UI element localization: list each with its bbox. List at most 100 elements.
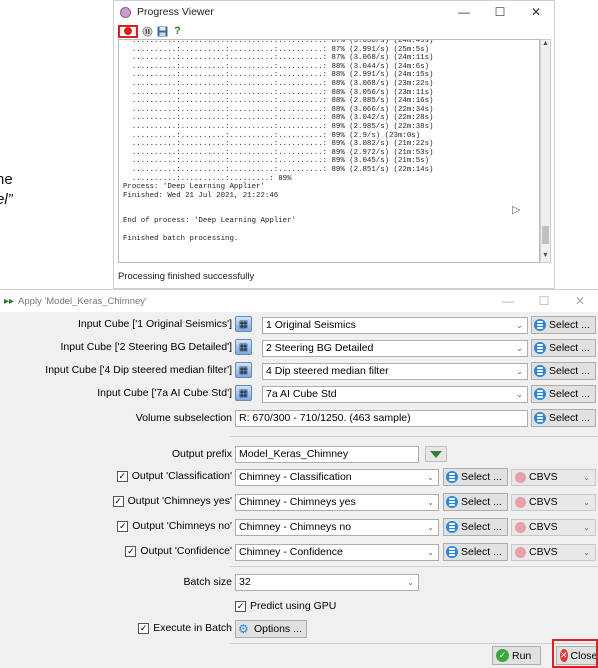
cbvs-icon xyxy=(515,497,526,508)
mouse-cursor-icon: ▷ xyxy=(512,204,521,216)
scroll-thumb[interactable] xyxy=(542,226,549,244)
volume-subselection-label: Volume subselection xyxy=(135,412,232,424)
cube-picker-icon[interactable]: ▦ xyxy=(235,362,252,378)
status-text: Processing finished successfully xyxy=(118,271,255,282)
help-button[interactable]: ? xyxy=(172,25,183,37)
predict-gpu-label: Predict using GPU xyxy=(250,600,337,612)
pause-icon xyxy=(142,26,153,36)
format-combo[interactable]: CBVS ⌄ xyxy=(511,494,596,511)
select-button-label: Select ... xyxy=(549,412,590,424)
format-value: CBVS xyxy=(529,496,558,508)
checkmark-icon: ✓ xyxy=(112,495,124,507)
input-cube-combo[interactable]: 7a AI Cube Std ⌄ xyxy=(262,386,528,403)
select-button[interactable]: Select ... xyxy=(531,316,596,334)
execute-batch-checkbox[interactable]: ✓ Execute in Batch xyxy=(138,622,232,634)
chevron-down-icon: ⌄ xyxy=(516,344,523,353)
select-button-label: Select ... xyxy=(549,319,590,331)
select-button-label: Select ... xyxy=(549,388,590,400)
progress-viewer-window-controls: — ☐ ✕ xyxy=(446,1,554,23)
scroll-down-icon[interactable]: ▼ xyxy=(541,252,550,262)
chevron-down-icon: ⌄ xyxy=(583,498,590,507)
cbvs-icon xyxy=(515,472,526,483)
input-cube-label: Input Cube ['2 Steering BG Detailed'] xyxy=(60,341,232,353)
background-text-2: el” xyxy=(0,191,13,208)
output-name-value: Chimney - Confidence xyxy=(239,546,343,558)
checkmark-icon: ✓ xyxy=(235,600,246,612)
database-icon xyxy=(446,471,458,483)
output-name-combo[interactable]: Chimney - Chimneys no ⌄ xyxy=(235,519,439,536)
maximize-button[interactable]: ☐ xyxy=(482,1,518,23)
close-window-button[interactable]: ✕ xyxy=(562,290,598,312)
cube-picker-icon[interactable]: ▦ xyxy=(235,339,252,355)
format-combo[interactable]: CBVS ⌄ xyxy=(511,469,596,486)
database-icon xyxy=(446,496,458,508)
volume-select-button[interactable]: Select ... xyxy=(531,409,596,427)
input-cube-label: Input Cube ['4 Dip steered median filter… xyxy=(45,364,232,376)
output-select-button[interactable]: Select ... xyxy=(443,468,508,486)
select-button[interactable]: Select ... xyxy=(531,385,596,403)
format-value: CBVS xyxy=(529,471,558,483)
maximize-button[interactable]: ☐ xyxy=(526,290,562,312)
apply-prefix-button[interactable] xyxy=(425,446,447,462)
output-select-button[interactable]: Select ... xyxy=(443,518,508,536)
cube-picker-icon[interactable]: ▦ xyxy=(235,316,252,332)
minimize-button[interactable]: — xyxy=(490,290,526,312)
separator xyxy=(230,566,598,567)
select-button-label: Select ... xyxy=(461,546,502,558)
input-cube-value: 4 Dip steered median filter xyxy=(266,365,389,377)
save-button[interactable] xyxy=(157,26,168,37)
log-scrollbar[interactable]: ▲ ▼ xyxy=(540,39,551,263)
volume-subselection-field[interactable]: R: 670/300 - 710/1250. (463 sample) xyxy=(235,410,528,427)
app-logo-icon: ▸▸ xyxy=(4,295,15,307)
output-checkbox[interactable]: ✓ Output 'Chimneys yes' xyxy=(112,495,232,507)
pause-button[interactable] xyxy=(142,26,153,37)
select-button[interactable]: Select ... xyxy=(531,362,596,380)
input-cube-combo[interactable]: 1 Original Seismics ⌄ xyxy=(262,317,528,334)
output-name-combo[interactable]: Chimney - Chimneys yes ⌄ xyxy=(235,494,439,511)
progress-log[interactable]: ..........:..........:..........:.......… xyxy=(118,39,540,263)
format-combo[interactable]: CBVS ⌄ xyxy=(511,544,596,561)
predict-gpu-checkbox[interactable]: ✓ Predict using GPU xyxy=(235,600,336,612)
output-prefix-label: Output prefix xyxy=(171,448,232,460)
progress-viewer-window: Progress Viewer — ☐ ✕ ? ..........:.....… xyxy=(113,0,555,289)
database-icon xyxy=(534,412,546,424)
separator xyxy=(230,436,598,437)
output-prefix-field[interactable]: Model_Keras_Chimney xyxy=(235,446,419,463)
database-icon xyxy=(534,319,546,331)
output-name-combo[interactable]: Chimney - Classification ⌄ xyxy=(235,469,439,486)
output-checkbox[interactable]: ✓ Output 'Confidence' xyxy=(125,545,232,557)
checkmark-circle-icon: ✓ xyxy=(496,649,509,662)
select-button-label: Select ... xyxy=(461,471,502,483)
input-cube-combo[interactable]: 4 Dip steered median filter ⌄ xyxy=(262,363,528,380)
output-select-button[interactable]: Select ... xyxy=(443,493,508,511)
progress-viewer-title: Progress Viewer xyxy=(137,6,214,18)
output-checkbox[interactable]: ✓ Output 'Chimneys no' xyxy=(117,520,232,532)
cube-picker-icon[interactable]: ▦ xyxy=(235,385,252,401)
batch-size-combo[interactable]: 32 ⌄ xyxy=(235,574,419,591)
format-combo[interactable]: CBVS ⌄ xyxy=(511,519,596,536)
select-button-label: Select ... xyxy=(461,496,502,508)
chevron-down-icon: ⌄ xyxy=(427,473,434,482)
database-icon xyxy=(534,365,546,377)
progress-viewer-toolbar: ? xyxy=(114,23,554,39)
scroll-up-icon[interactable]: ▲ xyxy=(541,40,550,50)
output-name-value: Chimney - Chimneys no xyxy=(239,521,352,533)
options-button[interactable]: ⚙ Options ... xyxy=(235,620,307,638)
output-label: Output 'Classification' xyxy=(131,470,232,482)
apply-window-title: Apply 'Model_Keras_Chimney' xyxy=(18,295,147,307)
checkmark-icon: ✓ xyxy=(138,622,150,634)
run-button[interactable]: ✓ Run xyxy=(492,646,541,665)
output-checkbox[interactable]: ✓ Output 'Classification' xyxy=(116,470,232,482)
output-name-combo[interactable]: Chimney - Confidence ⌄ xyxy=(235,544,439,561)
input-cube-combo[interactable]: 2 Steering BG Detailed ⌄ xyxy=(262,340,528,357)
output-select-button[interactable]: Select ... xyxy=(443,543,508,561)
app-icon xyxy=(120,6,131,18)
select-button-label: Select ... xyxy=(549,365,590,377)
select-button[interactable]: Select ... xyxy=(531,339,596,357)
close-window-button[interactable]: ✕ xyxy=(518,1,554,23)
minimize-button[interactable]: — xyxy=(446,1,482,23)
stop-process-button[interactable] xyxy=(118,24,138,38)
background-text-1: ne xyxy=(0,171,13,188)
chevron-down-icon: ⌄ xyxy=(407,578,414,587)
apply-window-controls: — ☐ ✕ xyxy=(490,290,598,312)
